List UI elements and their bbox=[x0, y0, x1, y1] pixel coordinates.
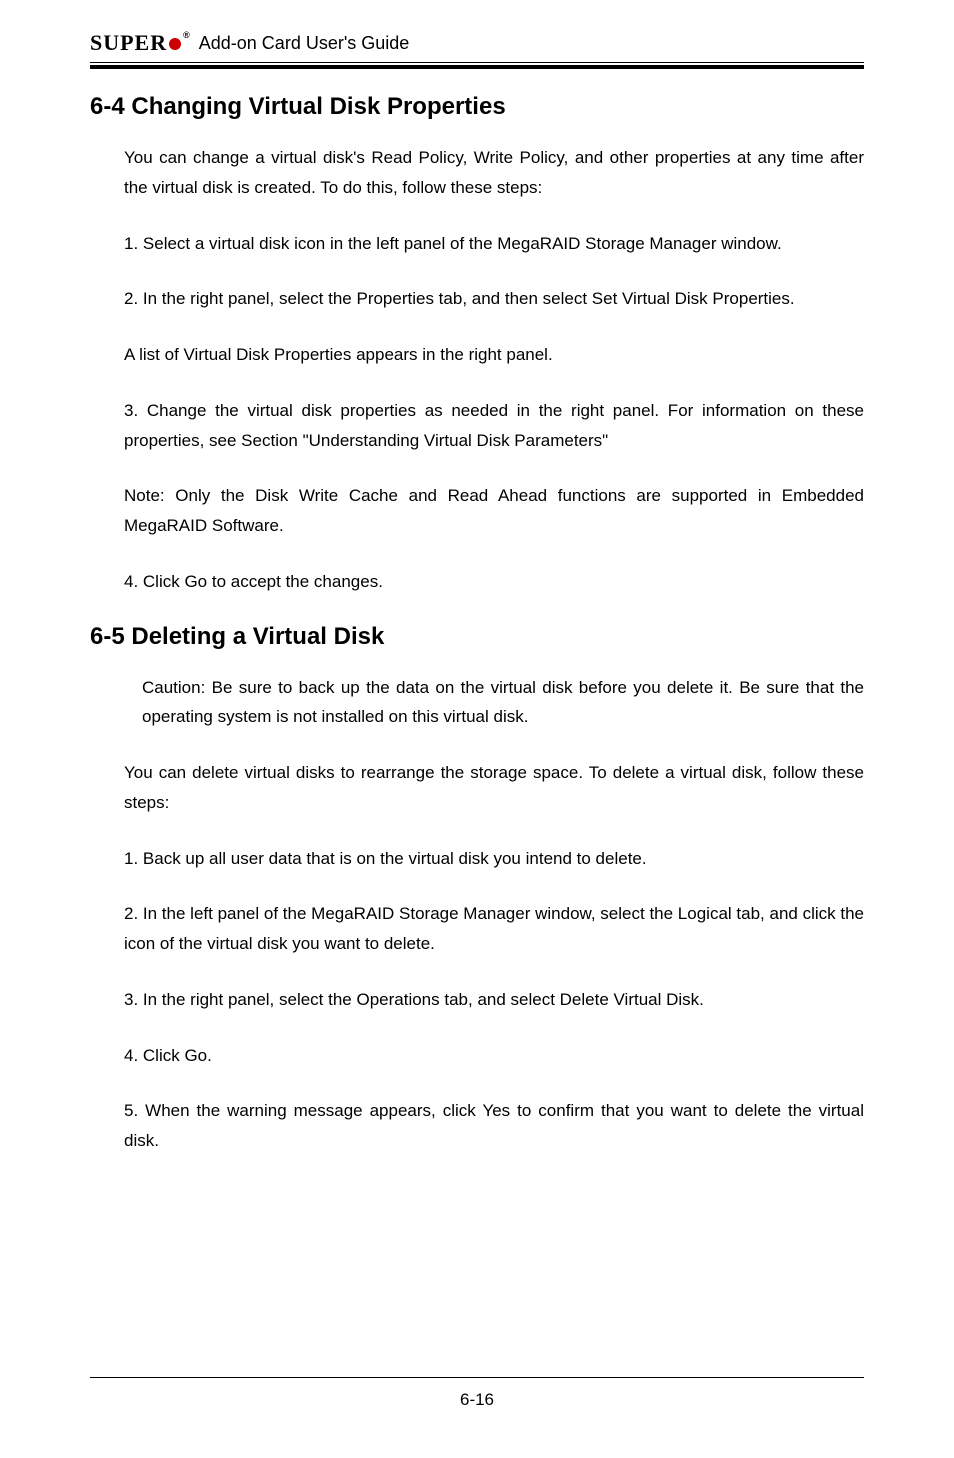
brand-text: SUPER bbox=[90, 30, 167, 56]
section-6-4-body: You can change a virtual disk's Read Pol… bbox=[124, 143, 864, 597]
section-6-5-body: You can delete virtual disks to rearrang… bbox=[124, 758, 864, 1156]
body-paragraph: Note: Only the Disk Write Cache and Read… bbox=[124, 481, 864, 541]
section-6-4-heading: 6-4 Changing Virtual Disk Properties bbox=[90, 93, 864, 121]
body-paragraph: 2. In the right panel, select the Proper… bbox=[124, 284, 864, 314]
body-paragraph: 4. Click Go to accept the changes. bbox=[124, 567, 864, 597]
body-paragraph: 1. Select a virtual disk icon in the lef… bbox=[124, 229, 864, 259]
registered-mark: ® bbox=[183, 30, 191, 40]
footer-rule bbox=[90, 1377, 864, 1378]
brand-dot-icon bbox=[169, 38, 181, 50]
caution-text: Caution: Be sure to back up the data on … bbox=[142, 673, 864, 733]
body-paragraph: 1. Back up all user data that is on the … bbox=[124, 844, 864, 874]
body-paragraph: 4. Click Go. bbox=[124, 1041, 864, 1071]
document-page: SUPER ® Add-on Card User's Guide 6-4 Cha… bbox=[0, 0, 954, 1458]
body-paragraph: 5. When the warning message appears, cli… bbox=[124, 1096, 864, 1156]
header-rule-thick bbox=[90, 65, 864, 69]
body-paragraph: 2. In the left panel of the MegaRAID Sto… bbox=[124, 899, 864, 959]
caution-block: Caution: Be sure to back up the data on … bbox=[142, 673, 864, 733]
page-number: 6-16 bbox=[90, 1390, 864, 1410]
running-header: SUPER ® Add-on Card User's Guide bbox=[90, 30, 864, 56]
body-paragraph: 3. Change the virtual disk properties as… bbox=[124, 396, 864, 456]
guide-title: Add-on Card User's Guide bbox=[199, 33, 410, 54]
brand-logo: SUPER ® bbox=[90, 30, 191, 56]
body-paragraph: You can change a virtual disk's Read Pol… bbox=[124, 143, 864, 203]
section-6-5-heading: 6-5 Deleting a Virtual Disk bbox=[90, 623, 864, 651]
body-paragraph: A list of Virtual Disk Properties appear… bbox=[124, 340, 864, 370]
body-paragraph: 3. In the right panel, select the Operat… bbox=[124, 985, 864, 1015]
body-paragraph: You can delete virtual disks to rearrang… bbox=[124, 758, 864, 818]
header-rule-thin bbox=[90, 62, 864, 63]
page-footer: 6-16 bbox=[90, 1377, 864, 1410]
